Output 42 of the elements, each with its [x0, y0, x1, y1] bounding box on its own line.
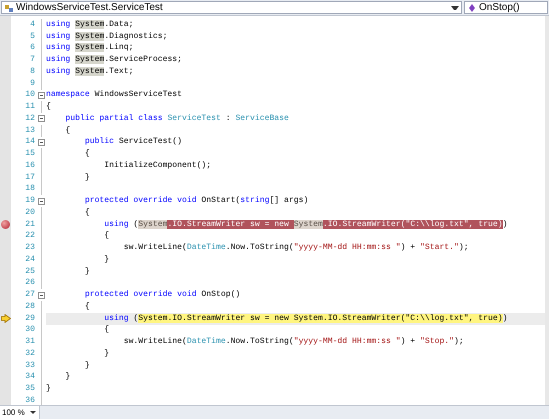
method-icon: [467, 2, 477, 12]
zoom-dropdown[interactable]: 100 %: [0, 406, 40, 419]
code-line: }: [103, 254, 110, 266]
code-line: }: [46, 383, 51, 396]
code-line: using System.Diagnostics;: [46, 30, 168, 43]
code-line: }: [84, 360, 90, 372]
code-line: {: [84, 148, 90, 160]
collapse-icon[interactable]: [38, 115, 44, 122]
code-line: }: [84, 266, 90, 278]
collapse-icon[interactable]: [38, 92, 44, 99]
code-line: {: [64, 124, 70, 137]
code-line: sw.WriteLine(DateTime.Now.ToString("yyyy-MM-dd HH:mm:ss ") + "Start.");: [122, 242, 469, 254]
code-line: namespace WindowsServiceTest: [46, 89, 182, 102]
class-icon: [4, 2, 14, 12]
type-dropdown[interactable]: WindowsServiceTest.ServiceTest: [1, 1, 462, 14]
collapse-icon[interactable]: [38, 198, 44, 205]
line-number: 29: [11, 312, 36, 325]
code-line: InitializeComponent();: [103, 160, 212, 172]
code-line: using System.Data;: [46, 18, 134, 31]
code-line: using System.Text;: [46, 66, 134, 78]
member-dropdown[interactable]: OnStop(): [464, 1, 548, 14]
dropdown-arrow-icon: [451, 6, 459, 10]
code-line: using System.Linq;: [46, 42, 134, 54]
code-line: }: [64, 371, 70, 384]
code-line: {: [84, 300, 90, 313]
code-line: using System.ServiceProcess;: [46, 54, 182, 66]
code-line: using (System.IO.StreamWriter sw = new System.IO.StreamWriter("C:\\log.txt", true)): [103, 218, 508, 231]
code-line: }: [103, 348, 110, 360]
code-line: public ServiceTest(): [84, 136, 182, 148]
code-line: protected override void OnStart(string[] args): [84, 195, 308, 208]
code-line: }: [84, 172, 90, 184]
dropdown-arrow-icon: [30, 411, 36, 414]
code-line: {: [46, 101, 51, 114]
code-line: {: [103, 324, 110, 336]
code-line: {: [84, 206, 90, 219]
code-line: using (System.IO.StreamWriter sw = new System.IO.StreamWriter("C:\\log.txt", true)): [103, 312, 508, 325]
code-line: sw.WriteLine(DateTime.Now.ToString("yyyy-MM-dd HH:mm:ss ") + "Stop.");: [122, 336, 464, 348]
collapse-icon[interactable]: [38, 138, 44, 146]
collapse-icon[interactable]: [38, 292, 44, 299]
code-line: protected override void OnStop(): [84, 289, 240, 302]
code-line: public partial class ServiceTest : ServiceBase: [64, 112, 289, 125]
code-line: {: [103, 230, 110, 242]
